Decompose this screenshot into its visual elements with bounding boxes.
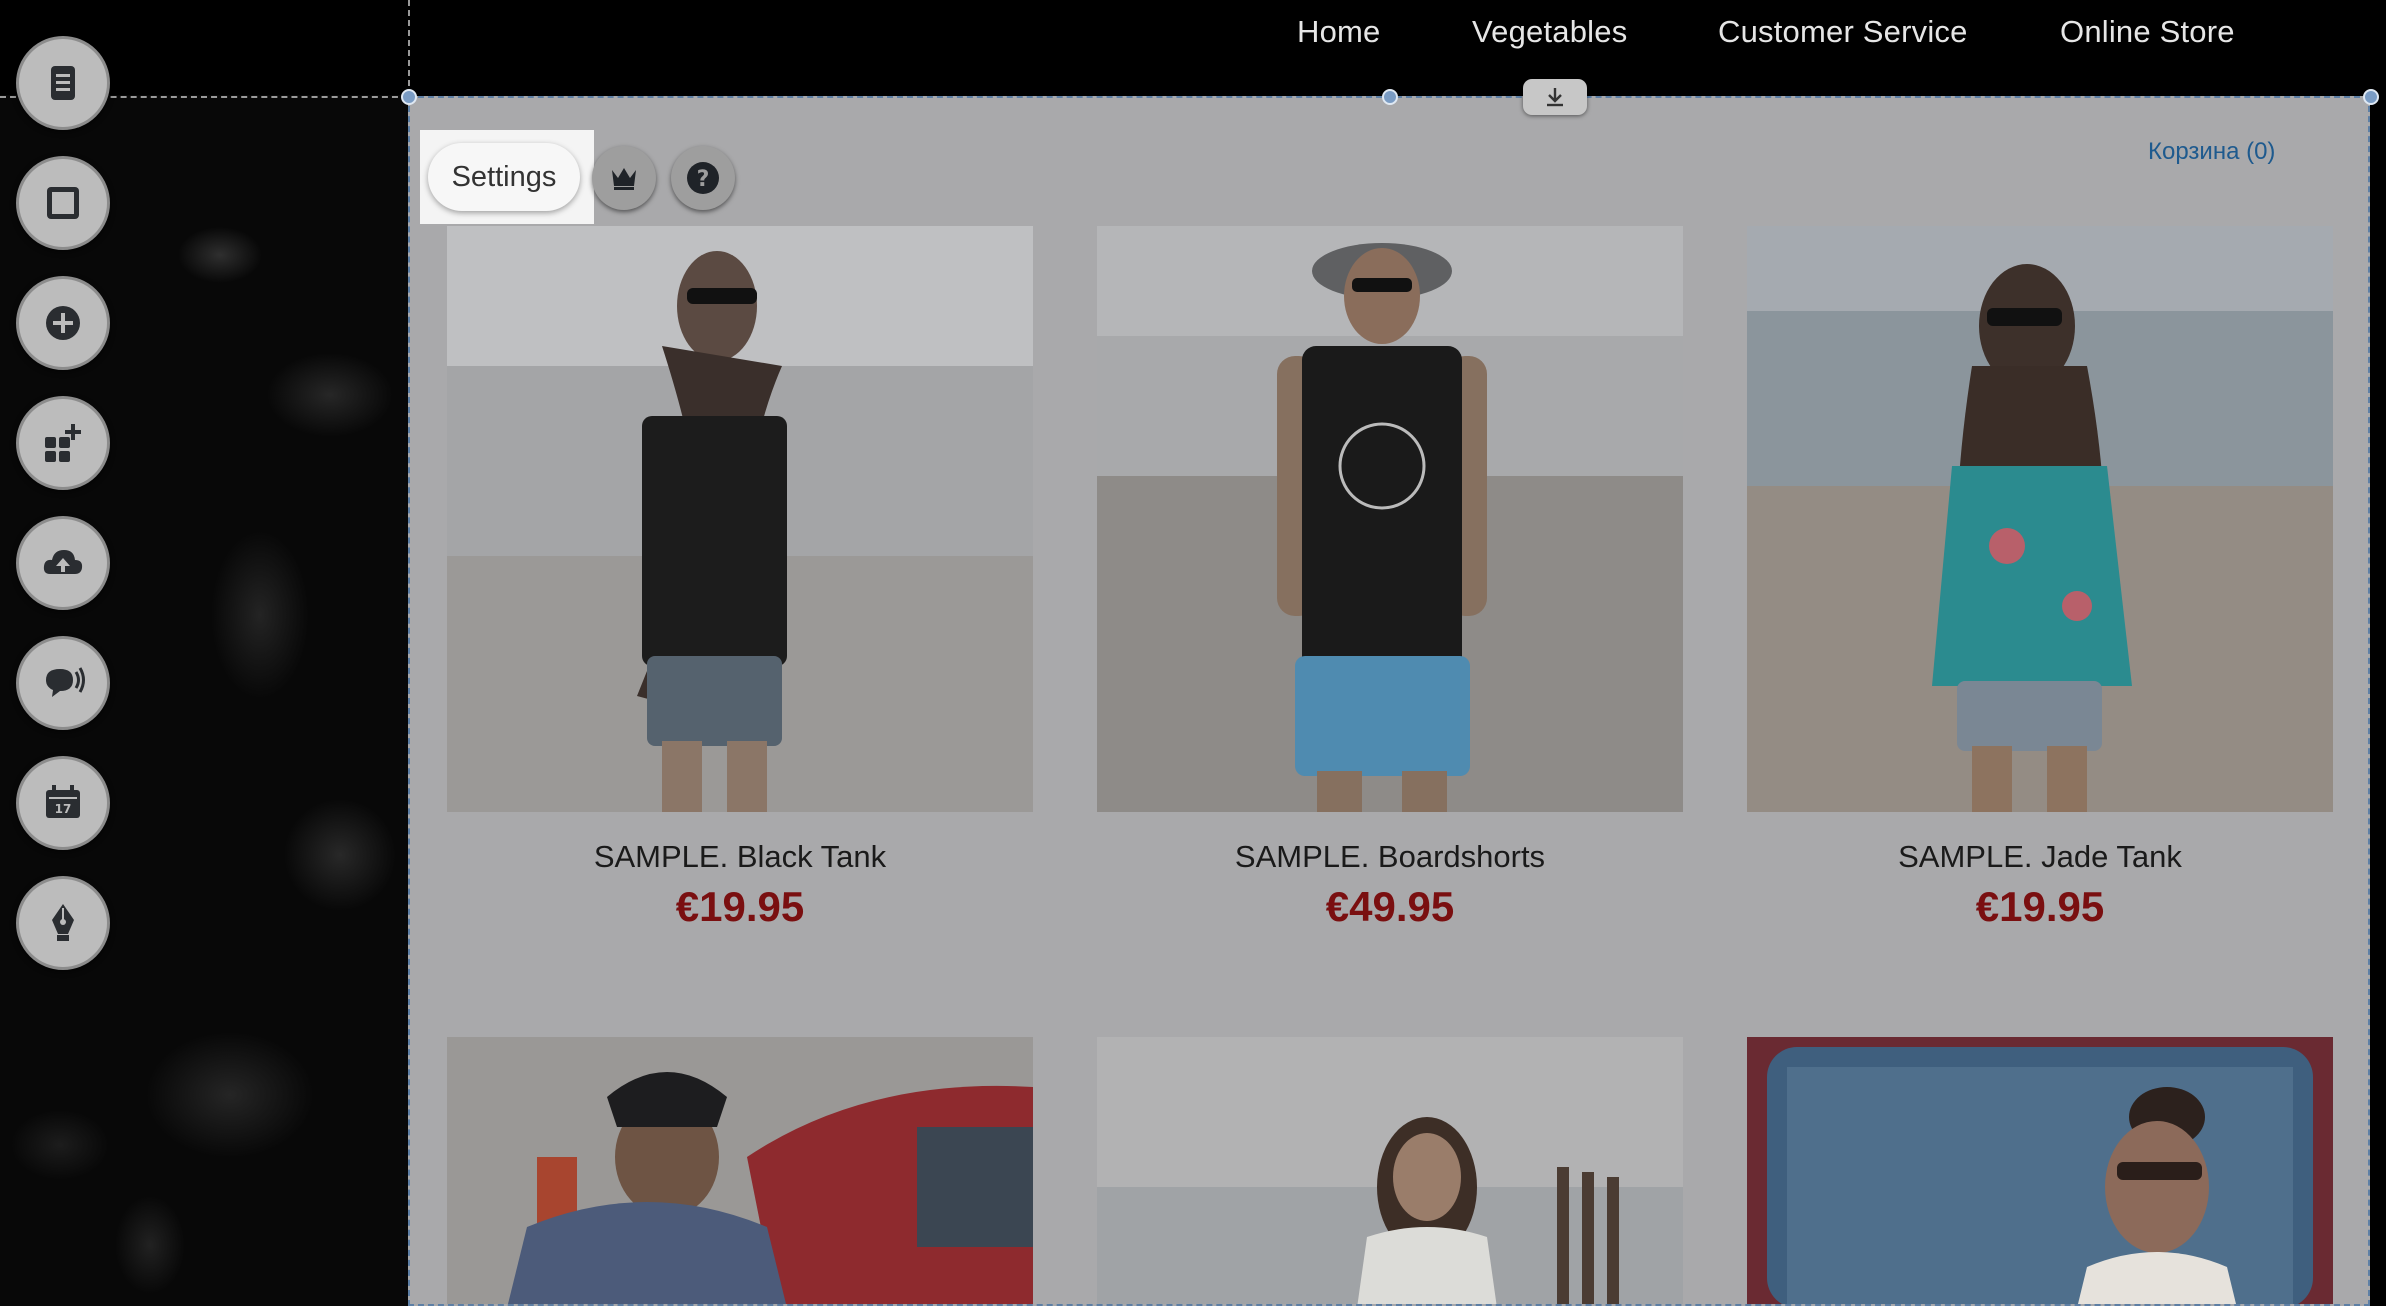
settings-button[interactable]: Settings [428, 143, 580, 211]
calendar-day: 17 [55, 802, 72, 816]
square-icon [47, 187, 79, 219]
product-image-white-top[interactable] [1097, 1037, 1683, 1304]
add-button[interactable] [16, 276, 110, 370]
product-price: €49.95 [1325, 883, 1455, 930]
add-icon [46, 306, 80, 340]
nav-item-customer-service[interactable]: Customer Service [1718, 14, 1968, 50]
cloud-upload-icon [43, 550, 83, 574]
product-name[interactable]: SAMPLE. Boardshorts [1097, 839, 1683, 875]
help-button[interactable]: ? [671, 146, 735, 210]
svg-text:?: ? [697, 167, 710, 192]
resize-handle-top-left[interactable] [401, 89, 417, 105]
product-image-black-tank[interactable] [447, 226, 1033, 812]
chat-icon [46, 667, 85, 697]
product-image-flannel-shirt[interactable] [447, 1037, 1033, 1304]
product-image-jade-tank[interactable] [1747, 226, 2333, 812]
store-widget[interactable]: SAMPLE. Black Tank €19.95 SAMPLE. Boards… [408, 96, 2370, 1306]
help-icon: ? [687, 162, 719, 194]
product-image-sunglasses[interactable] [1747, 1037, 2333, 1304]
add-apps-button[interactable] [16, 396, 110, 490]
upload-button[interactable] [16, 516, 110, 610]
pages-button[interactable] [16, 36, 110, 130]
product-name[interactable]: SAMPLE. Jade Tank [1747, 839, 2333, 875]
nav-item-online-store[interactable]: Online Store [2060, 14, 2235, 50]
guide-line-vertical [408, 0, 410, 96]
chat-button[interactable] [16, 636, 110, 730]
resize-handle-top-right[interactable] [2363, 89, 2379, 105]
cart-link[interactable]: Корзина (0) [2148, 138, 2275, 166]
blog-button[interactable] [16, 876, 110, 970]
pages-icon [51, 66, 75, 100]
top-navigation: Home Vegetables Customer Service Online … [408, 0, 2386, 96]
resize-handle-top-center[interactable] [1382, 89, 1398, 105]
upgrade-button[interactable] [592, 146, 656, 210]
pen-icon [52, 904, 74, 941]
product-name[interactable]: SAMPLE. Black Tank [447, 839, 1033, 875]
product-price: €19.95 [675, 883, 805, 930]
nav-item-vegetables[interactable]: Vegetables [1472, 14, 1627, 50]
product-price: €19.95 [1975, 883, 2105, 930]
nav-item-home[interactable]: Home [1297, 14, 1381, 50]
crown-icon [612, 168, 636, 190]
product-image-boardshorts[interactable] [1097, 226, 1683, 812]
design-button[interactable] [16, 156, 110, 250]
download-arrow-icon [1547, 88, 1563, 107]
calendar-button[interactable]: 17 [16, 756, 110, 850]
anchor-bottom-button[interactable] [1523, 79, 1587, 115]
calendar-icon: 17 [46, 785, 80, 818]
apps-add-icon [45, 424, 81, 462]
